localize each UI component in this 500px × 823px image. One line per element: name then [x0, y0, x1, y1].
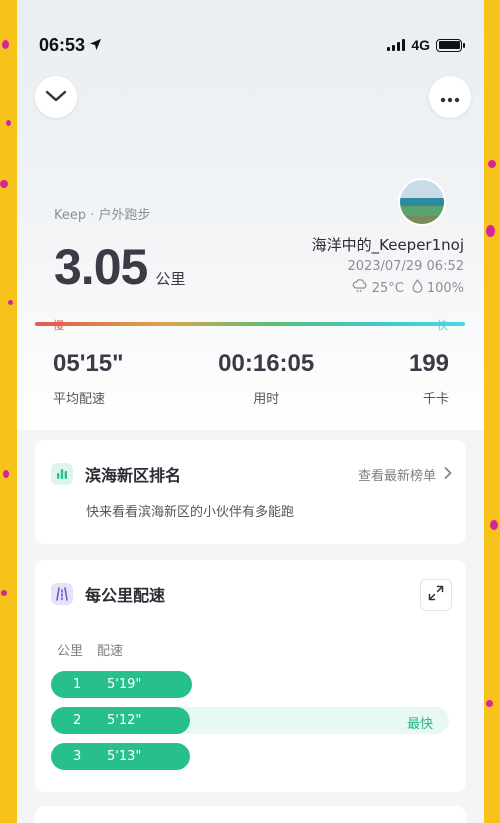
km-pace-card: 每公里配速 公里 配速 1 5'19" 2 5'12" 最快 3 5'13" — [35, 560, 466, 792]
row-pace: 5'13" — [107, 749, 142, 764]
bar-chart-icon — [51, 463, 73, 485]
ranking-description: 快来看看滨海新区的小伙伴有多能跑 — [86, 505, 295, 520]
row-pace: 5'12" — [107, 713, 142, 728]
activity-datetime: 2023/07/29 06:52 — [347, 259, 464, 274]
pace-row: 3 5'13" — [51, 743, 449, 770]
more-button[interactable] — [429, 76, 471, 118]
chevron-down-icon — [45, 88, 67, 107]
status-time: 06:53 — [39, 34, 86, 55]
fastest-tag: 最快 — [406, 717, 433, 732]
distance: 3.05 公里 — [54, 238, 185, 296]
stat-label: 用时 — [253, 392, 280, 407]
collapse-button[interactable] — [35, 76, 77, 118]
ranking-title: 滨海新区排名 — [85, 466, 182, 485]
cloud-rain-icon — [352, 279, 368, 297]
weather: 25°C 100% — [352, 279, 464, 297]
stats-row: 05'15" 平均配速 00:16:05 用时 199 千卡 — [53, 350, 449, 407]
pace-row: 2 5'12" 最快 — [51, 707, 449, 734]
stat-duration: 00:16:05 用时 — [218, 350, 314, 407]
pace-gradient-bar — [35, 322, 465, 326]
stat-value: 00:16:05 — [218, 350, 315, 377]
signal-icon — [387, 39, 406, 51]
view-leaderboard-link[interactable]: 查看最新榜单 — [358, 465, 452, 484]
next-card — [35, 806, 466, 823]
location-arrow-icon — [89, 35, 102, 56]
humidity: 100% — [426, 280, 464, 296]
stat-value: 05'15" — [53, 350, 124, 377]
stat-value: 199 — [408, 350, 449, 377]
temperature: 25°C — [371, 280, 404, 296]
road-icon — [51, 583, 73, 605]
phone-screen: 06:53 4G Keep · 户外跑步 3.05 公里 海洋中的_Keeper… — [17, 0, 484, 823]
stat-label: 平均配速 — [53, 392, 106, 407]
distance-value: 3.05 — [54, 239, 148, 295]
distance-unit: 公里 — [155, 270, 186, 288]
km-pace-header: 公里 配速 — [57, 640, 123, 659]
stat-calories: 199 千卡 — [409, 350, 449, 407]
battery-icon — [436, 38, 465, 52]
expand-button[interactable] — [420, 579, 452, 611]
row-pace: 5'19" — [107, 677, 142, 692]
stat-avg-pace: 05'15" 平均配速 — [53, 350, 123, 407]
sport-type: Keep · 户外跑步 — [54, 208, 151, 223]
more-icon — [440, 88, 460, 107]
chevron-right-icon — [444, 466, 452, 483]
avatar[interactable] — [398, 178, 446, 226]
km-pace-title: 每公里配速 — [85, 586, 166, 605]
row-km: 3 — [73, 749, 82, 764]
header-km: 公里 — [57, 644, 84, 659]
network-type: 4G — [411, 37, 430, 53]
stat-label: 千卡 — [422, 392, 449, 407]
status-bar: 06:53 4G — [17, 30, 484, 60]
row-km: 2 — [73, 713, 82, 728]
header-pace: 配速 — [97, 644, 124, 659]
expand-icon — [428, 585, 444, 605]
droplet-icon — [412, 279, 423, 297]
ranking-card[interactable]: 滨海新区排名 查看最新榜单 快来看看滨海新区的小伙伴有多能跑 — [35, 440, 466, 544]
user-name[interactable]: 海洋中的_Keeper1noj — [312, 234, 464, 255]
fast-label: 快 — [437, 319, 448, 332]
slow-label: 慢 — [53, 319, 64, 332]
view-leaderboard-label: 查看最新榜单 — [357, 469, 436, 484]
row-km: 1 — [73, 677, 82, 692]
pace-row: 1 5'19" — [51, 671, 449, 698]
